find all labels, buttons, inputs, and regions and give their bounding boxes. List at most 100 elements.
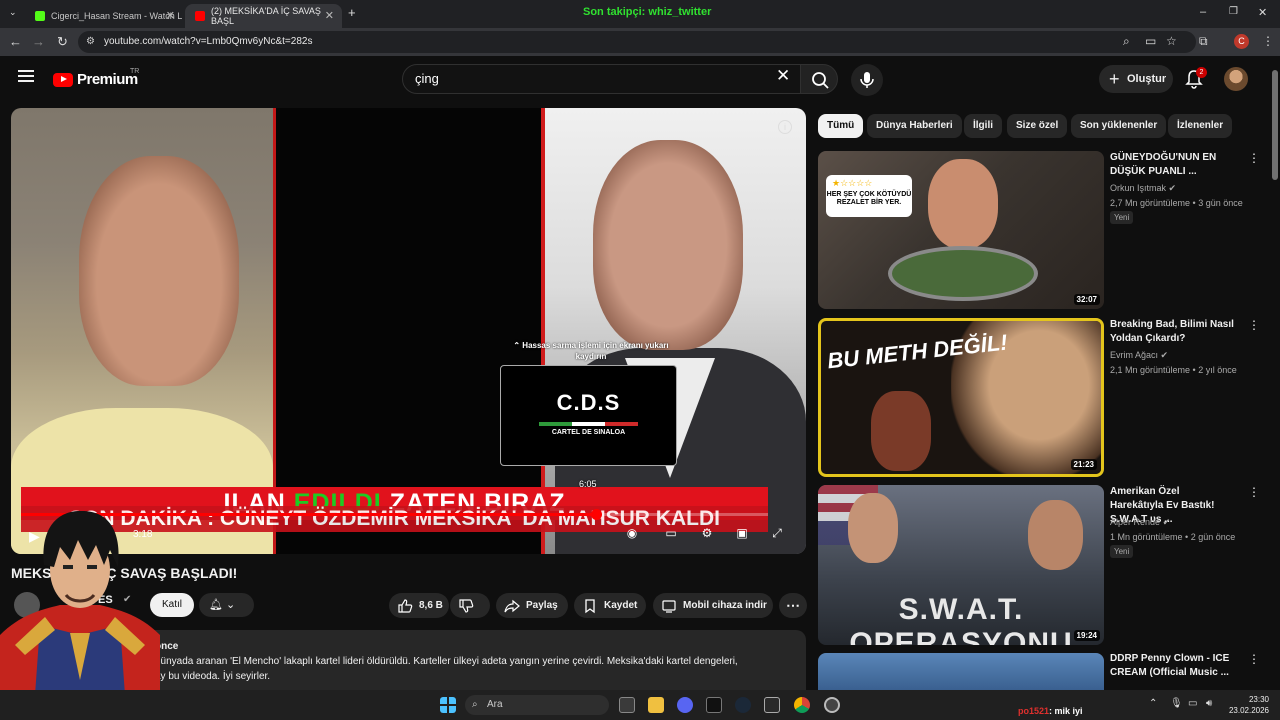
- recommendation-channel[interactable]: Orkun Işıtmak ✔: [1110, 183, 1176, 194]
- install-icon[interactable]: ▭: [1145, 34, 1156, 48]
- window-close-icon[interactable]: ✕: [1258, 6, 1267, 19]
- recommendation-title[interactable]: DDRP Penny Clown - ICE CREAM (Official M…: [1110, 652, 1235, 680]
- tab-search-icon[interactable]: ⌄: [9, 7, 17, 18]
- video-player[interactable]: i ⌃ Hassas sarma işlemi için ekranı yuka…: [11, 108, 806, 554]
- share-label: Paylaş: [526, 600, 558, 611]
- reload-icon[interactable]: ↻: [57, 34, 68, 50]
- search-button[interactable]: [800, 64, 838, 94]
- new-tab-icon[interactable]: +: [348, 5, 356, 20]
- chat-text: : mik iyi: [1049, 706, 1083, 716]
- more-actions-button[interactable]: ⋯: [779, 593, 807, 618]
- capcut-icon[interactable]: [764, 697, 780, 713]
- chrome-icon[interactable]: [794, 697, 810, 713]
- search-input[interactable]: [415, 71, 755, 86]
- streamer-avatar-overlay: [0, 510, 160, 695]
- tab-youtube-video[interactable]: (2) MEKSİKA'DA İÇ SAVAŞ BAŞL ✕: [185, 4, 342, 28]
- verified-icon: ✔: [1168, 183, 1177, 193]
- discord-icon[interactable]: [677, 697, 693, 713]
- chip-all[interactable]: Tümü: [818, 114, 864, 138]
- mic-tray-icon[interactable]: 🎙︎: [1170, 698, 1183, 709]
- obs-icon[interactable]: [824, 697, 840, 713]
- video-duration: 21:23: [1070, 459, 1097, 470]
- file-explorer-icon[interactable]: [648, 697, 664, 713]
- recommendation-thumbnail[interactable]: S.W.A.T. OPERASYONU 19:24: [818, 485, 1104, 645]
- subtitles-icon[interactable]: ▭: [661, 526, 681, 542]
- site-info-icon[interactable]: ⚙: [86, 31, 95, 53]
- recommendation-title[interactable]: GÜNEYDOĞU'NUN EN DÜŞÜK PUANLI ...: [1110, 151, 1235, 179]
- minimize-icon[interactable]: –: [1200, 6, 1206, 18]
- recommendation-thumbnail[interactable]: BU METH DEĞİL! 21:23: [818, 318, 1104, 477]
- extensions-icon[interactable]: ⧉: [1199, 34, 1208, 49]
- recommendation-channel[interactable]: Evrim Ağacı ✔: [1110, 350, 1168, 361]
- chat-username: po1521: [1018, 706, 1050, 716]
- back-icon[interactable]: ←: [9, 34, 22, 49]
- forward-icon[interactable]: →: [32, 34, 45, 49]
- autoplay-toggle-icon[interactable]: ◉: [622, 526, 642, 542]
- tab-kick-stream[interactable]: Cigerci_Hasan Stream - Watch L ✕: [25, 4, 183, 28]
- search-icon: [812, 72, 829, 89]
- recommendation-meta: 2,7 Mn görüntüleme • 3 gün önce: [1110, 198, 1243, 208]
- more-options-icon[interactable]: ⋮: [1248, 485, 1260, 499]
- browser-tab-strip: ⌄ Cigerci_Hasan Stream - Watch L ✕ (2) M…: [0, 0, 1280, 28]
- more-options-icon[interactable]: ⋮: [1248, 318, 1260, 332]
- bookmark-star-icon[interactable]: ☆: [1166, 34, 1177, 48]
- account-avatar[interactable]: [1224, 67, 1248, 91]
- new-badge: Yeni: [1110, 211, 1134, 224]
- chip-for-you[interactable]: Size özel: [1007, 114, 1068, 138]
- menu-dots-icon[interactable]: ⋮: [1262, 34, 1274, 48]
- miniplayer-icon[interactable]: ▣: [732, 526, 752, 542]
- fullscreen-icon[interactable]: ⤢: [767, 526, 787, 542]
- chip-related[interactable]: İlgili: [964, 114, 1002, 138]
- share-button[interactable]: Paylaş: [496, 593, 568, 618]
- like-button[interactable]: 8,6 B: [389, 593, 449, 618]
- chip-world-news[interactable]: Dünya Haberleri: [867, 114, 962, 138]
- address-bar[interactable]: ⚙ youtube.com/watch?v=Lmb0Qmv6yNc&t=282s: [78, 31, 1196, 53]
- more-options-icon[interactable]: ⋮: [1248, 151, 1260, 165]
- chip-recently-uploaded[interactable]: Son yüklenenler: [1071, 114, 1167, 138]
- taskbar-search[interactable]: ⌕ Ara: [465, 695, 609, 715]
- description-text: dünyada aranan 'El Mencho' lakaplı karte…: [155, 656, 738, 667]
- thumbs-up-icon: [398, 598, 413, 613]
- epic-games-icon[interactable]: [706, 697, 722, 713]
- recommendation-thumbnail[interactable]: [818, 653, 1104, 690]
- volume-icon[interactable]: 🔊︎: [1206, 698, 1212, 709]
- chip-watched[interactable]: İzlenenler: [1168, 114, 1233, 138]
- create-button[interactable]: + Oluştur: [1099, 65, 1173, 93]
- clear-search-icon[interactable]: ✕: [776, 66, 790, 86]
- restore-icon[interactable]: ❐: [1229, 6, 1238, 17]
- close-icon[interactable]: ✕: [166, 9, 175, 22]
- clock-date: 23.02.2026: [1228, 706, 1269, 715]
- create-label: Oluştur: [1127, 73, 1167, 85]
- dislike-button[interactable]: [450, 593, 490, 618]
- thumbs-down-icon: [459, 598, 474, 613]
- zoom-icon[interactable]: ⌕: [1123, 34, 1130, 49]
- channel-name: Alper Rende: [1110, 517, 1161, 527]
- page-scrollbar[interactable]: [1271, 60, 1279, 690]
- subscription-bell-button[interactable]: 🔔︎ ⌄: [199, 593, 254, 617]
- steam-icon[interactable]: [735, 697, 751, 713]
- recommendation-title[interactable]: Breaking Bad, Bilimi Nasıl Yoldan Çıkard…: [1110, 318, 1235, 346]
- youtube-play-logo-icon: [53, 72, 73, 87]
- mexico-flag-stripe: [538, 422, 639, 426]
- tray-chevron-icon[interactable]: ⌃: [1149, 698, 1157, 709]
- network-icon[interactable]: ▭: [1188, 698, 1197, 709]
- browser-profile-avatar[interactable]: C: [1234, 34, 1249, 49]
- voice-search-button[interactable]: [851, 64, 883, 96]
- hamburger-menu-icon[interactable]: [18, 70, 34, 82]
- save-button[interactable]: Kaydet: [574, 593, 646, 618]
- youtube-logo[interactable]: Premium: [53, 71, 138, 88]
- recommendation-channel[interactable]: Alper Rende ✔: [1110, 517, 1170, 528]
- timeline-hover-time: 6:05: [579, 479, 597, 489]
- download-button[interactable]: Mobil cihaza indir: [653, 593, 773, 618]
- taskbar-clock[interactable]: 23:30 23.02.2026: [1227, 694, 1269, 716]
- windows-start-icon[interactable]: [440, 697, 456, 713]
- like-count: 8,6 B: [419, 600, 443, 611]
- microphone-icon: [860, 72, 874, 88]
- task-view-icon[interactable]: [619, 697, 635, 713]
- settings-gear-icon[interactable]: ⚙: [697, 526, 717, 542]
- close-icon[interactable]: ✕: [325, 9, 334, 22]
- info-icon[interactable]: i: [778, 120, 792, 134]
- url-text: youtube.com/watch?v=Lmb0Qmv6yNc&t=282s: [104, 36, 313, 47]
- recommendation-thumbnail[interactable]: HER ŞEY ÇOK KÖTÜYDÜ REZALET BİR YER. ★☆☆…: [818, 151, 1104, 309]
- more-options-icon[interactable]: ⋮: [1248, 652, 1260, 666]
